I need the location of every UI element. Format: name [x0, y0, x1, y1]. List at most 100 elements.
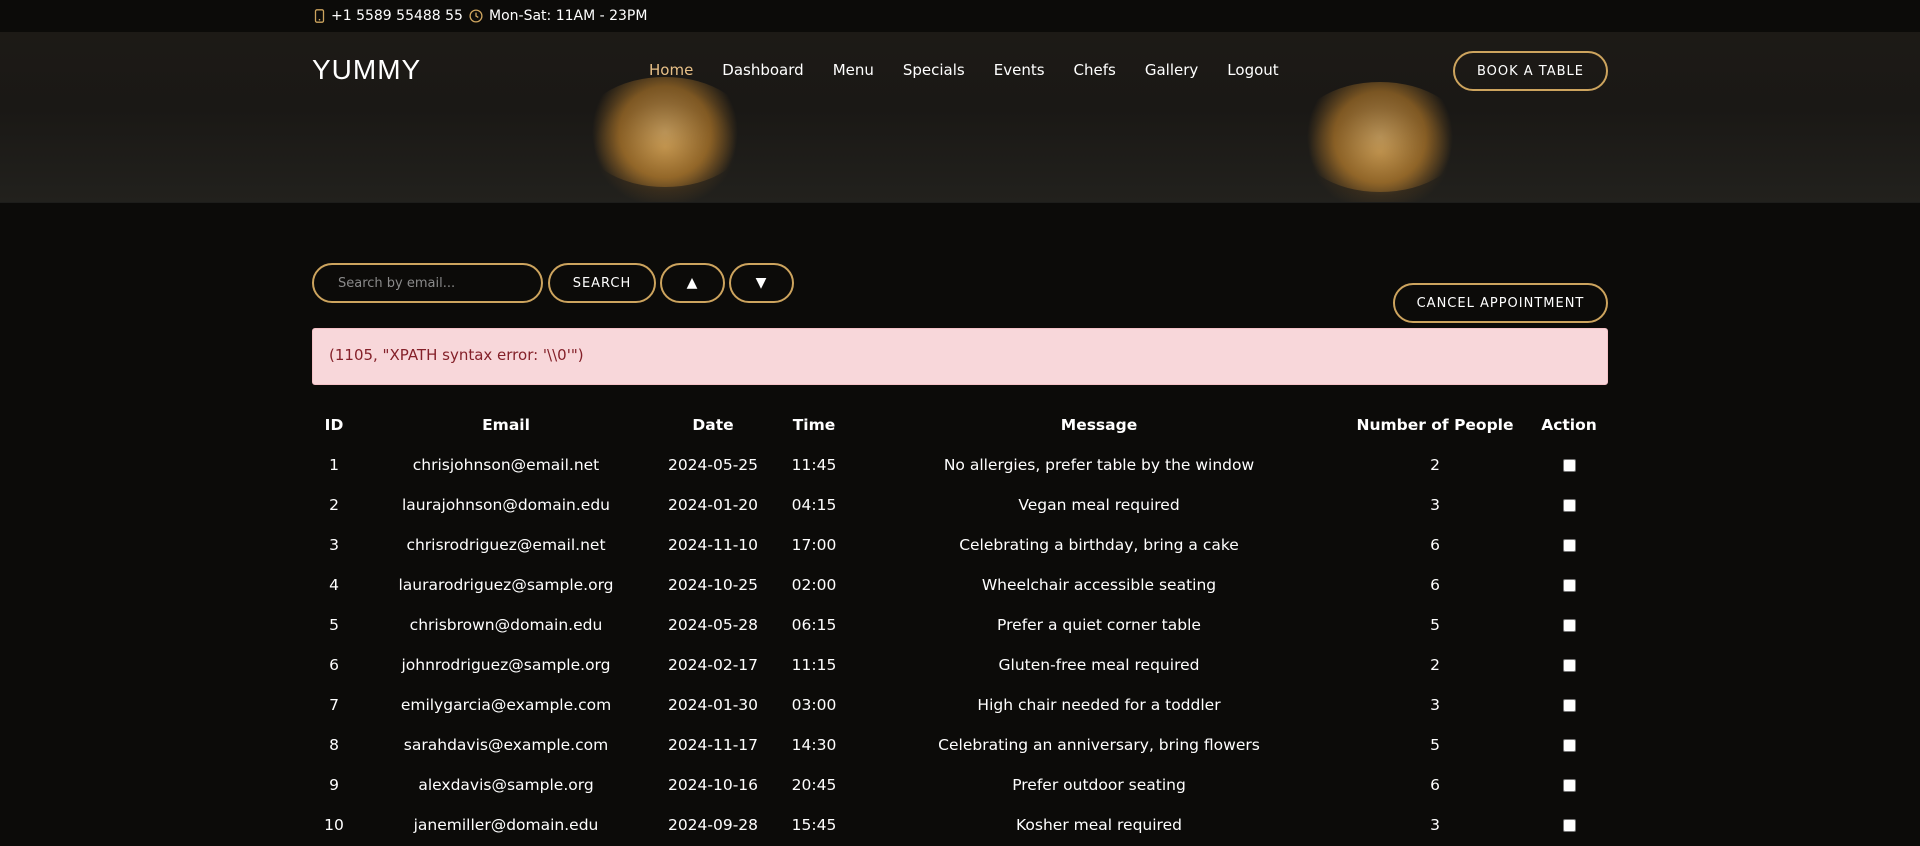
- column-header-email: Email: [482, 416, 530, 434]
- cell-date: 2024-05-25: [667, 456, 759, 474]
- nav-dashboard[interactable]: Dashboard: [722, 61, 803, 79]
- column-header-date: Date: [692, 416, 734, 434]
- nav-events[interactable]: Events: [994, 61, 1045, 79]
- cell-action: [1530, 805, 1608, 845]
- cell-people: 2: [1430, 456, 1440, 474]
- cell-id: 8: [329, 736, 339, 754]
- sort-descending-button[interactable]: ▼: [729, 263, 794, 303]
- error-message: (1105, "XPATH syntax error: '\\0'"): [329, 346, 584, 364]
- select-checkbox[interactable]: [1562, 619, 1576, 632]
- cell-date: 2024-10-16: [667, 776, 759, 794]
- table-row: 7 emilygarcia@example.com 2024-01-30 03:…: [312, 685, 1608, 725]
- cell-people: 6: [1430, 776, 1440, 794]
- cancel-appointment-button[interactable]: CANCEL APPOINTMENT: [1393, 283, 1608, 323]
- phone-number: +1 5589 55488 55: [331, 8, 463, 24]
- hero-banner: [0, 32, 1920, 203]
- cell-action: [1530, 605, 1608, 645]
- cell-action: [1530, 525, 1608, 565]
- cell-people: 6: [1430, 576, 1440, 594]
- cell-email: laurarodriguez@sample.org: [398, 576, 614, 594]
- select-checkbox[interactable]: [1562, 739, 1576, 752]
- cell-email: chrisrodriguez@email.net: [406, 536, 606, 554]
- cell-email: sarahdavis@example.com: [403, 736, 609, 754]
- cell-date: 2024-09-28: [667, 816, 759, 834]
- table-row: 2 laurajohnson@domain.edu 2024-01-20 04:…: [312, 485, 1608, 525]
- main-nav: Home Dashboard Menu Specials Events Chef…: [649, 61, 1308, 79]
- nav-specials[interactable]: Specials: [903, 61, 965, 79]
- table-row: 8 sarahdavis@example.com 2024-11-17 14:3…: [312, 725, 1608, 765]
- select-checkbox[interactable]: [1562, 499, 1576, 512]
- cell-people: 6: [1430, 536, 1440, 554]
- site-logo[interactable]: YUMMY: [312, 54, 421, 86]
- cell-message: Kosher meal required: [1016, 816, 1182, 834]
- cell-message: High chair needed for a toddler: [977, 696, 1221, 714]
- nav-gallery[interactable]: Gallery: [1145, 61, 1198, 79]
- cell-time: 03:00: [791, 696, 837, 714]
- nav-chefs[interactable]: Chefs: [1074, 61, 1116, 79]
- opening-hours: Mon-Sat: 11AM - 23PM: [489, 8, 648, 24]
- email-search-input[interactable]: [312, 263, 543, 303]
- hours-info: Mon-Sat: 11AM - 23PM: [469, 8, 647, 24]
- cell-time: 17:00: [791, 536, 837, 554]
- cell-email: laurajohnson@domain.edu: [402, 496, 610, 514]
- cell-message: Vegan meal required: [1018, 496, 1180, 514]
- cell-people: 3: [1430, 496, 1440, 514]
- select-checkbox[interactable]: [1562, 579, 1576, 592]
- cell-time: 11:15: [791, 656, 837, 674]
- cell-action: [1530, 445, 1608, 485]
- select-checkbox[interactable]: [1562, 539, 1576, 552]
- select-checkbox[interactable]: [1562, 819, 1576, 832]
- cell-email: chrisjohnson@email.net: [412, 456, 600, 474]
- column-header-id: ID: [324, 416, 344, 434]
- nav-home[interactable]: Home: [649, 61, 693, 79]
- column-header-action: Action: [1541, 416, 1597, 434]
- cell-time: 14:30: [791, 736, 837, 754]
- book-table-button[interactable]: BOOK A TABLE: [1453, 51, 1608, 91]
- sort-ascending-button[interactable]: ▲: [660, 263, 725, 303]
- select-checkbox[interactable]: [1562, 699, 1576, 712]
- phone-info: +1 5589 55488 55: [314, 8, 463, 24]
- pendant-lamp-image: [580, 77, 750, 187]
- cell-action: [1530, 685, 1608, 725]
- cell-message: No allergies, prefer table by the window: [943, 456, 1255, 474]
- cell-id: 6: [329, 656, 339, 674]
- phone-icon: [314, 9, 325, 23]
- table-header-row: ID Email Date Time Message Number of Peo…: [312, 405, 1608, 445]
- pendant-lamp-image: [1295, 82, 1465, 192]
- cell-action: [1530, 485, 1608, 525]
- column-header-time: Time: [792, 416, 836, 434]
- table-row: 6 johnrodriguez@sample.org 2024-02-17 11…: [312, 645, 1608, 685]
- nav-menu[interactable]: Menu: [833, 61, 874, 79]
- cell-id: 4: [329, 576, 339, 594]
- table-row: 3 chrisrodriguez@email.net 2024-11-10 17…: [312, 525, 1608, 565]
- error-alert: (1105, "XPATH syntax error: '\\0'"): [312, 328, 1608, 385]
- cell-id: 10: [324, 816, 344, 834]
- column-header-message: Message: [1060, 416, 1138, 434]
- cell-id: 5: [329, 616, 339, 634]
- cell-date: 2024-05-28: [667, 616, 759, 634]
- search-button[interactable]: SEARCH: [548, 263, 656, 303]
- cell-id: 9: [329, 776, 339, 794]
- cell-date: 2024-01-30: [667, 696, 759, 714]
- cell-date: 2024-10-25: [667, 576, 759, 594]
- cell-message: Wheelchair accessible seating: [981, 576, 1217, 594]
- table-row: 5 chrisbrown@domain.edu 2024-05-28 06:15…: [312, 605, 1608, 645]
- cell-message: Prefer outdoor seating: [1012, 776, 1186, 794]
- cell-people: 5: [1430, 616, 1440, 634]
- cell-date: 2024-11-10: [667, 536, 759, 554]
- select-checkbox[interactable]: [1562, 779, 1576, 792]
- cell-message: Celebrating a birthday, bring a cake: [959, 536, 1239, 554]
- cell-action: [1530, 565, 1608, 605]
- cell-email: johnrodriguez@sample.org: [401, 656, 611, 674]
- cell-people: 3: [1430, 696, 1440, 714]
- cell-message: Prefer a quiet corner table: [997, 616, 1201, 634]
- cell-action: [1530, 765, 1608, 805]
- select-checkbox[interactable]: [1562, 659, 1576, 672]
- cell-time: 15:45: [791, 816, 837, 834]
- cell-id: 1: [329, 456, 339, 474]
- select-checkbox[interactable]: [1562, 459, 1576, 472]
- cell-email: janemiller@domain.edu: [413, 816, 599, 834]
- nav-logout[interactable]: Logout: [1227, 61, 1278, 79]
- table-row: 9 alexdavis@sample.org 2024-10-16 20:45 …: [312, 765, 1608, 805]
- cell-people: 3: [1430, 816, 1440, 834]
